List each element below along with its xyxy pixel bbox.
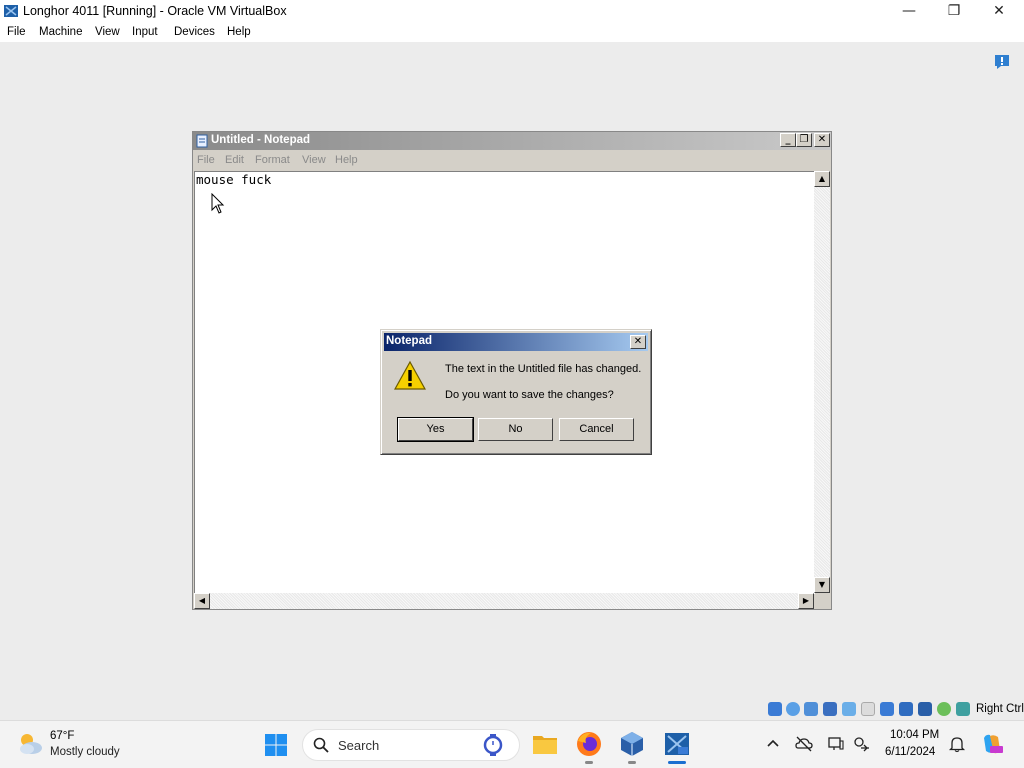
host-minimize-button[interactable]: — (886, 0, 932, 22)
scroll-right-button[interactable]: ▶ (798, 593, 814, 609)
cancel-button[interactable]: Cancel (559, 418, 634, 441)
notepad-menu-help[interactable]: Help (335, 154, 358, 166)
firefox-icon[interactable] (574, 729, 604, 759)
search-placeholder: Search (338, 738, 380, 753)
notepad-icon (196, 134, 208, 148)
notepad-titlebar[interactable]: Untitled - Notepad _ ❐ ✕ (193, 132, 831, 150)
search-highlight-icon[interactable] (481, 733, 505, 757)
clock-time[interactable]: 10:04 PM (890, 729, 939, 741)
partly-cloudy-icon[interactable] (16, 731, 44, 757)
optical-drive-status-icon[interactable] (786, 702, 800, 716)
vt-x-status-icon[interactable] (918, 702, 932, 716)
host-window-title: Longhor 4011 [Running] - Oracle VM Virtu… (23, 4, 287, 18)
host-menu-machine[interactable]: Machine (39, 26, 82, 38)
scroll-left-button[interactable]: ◀ (194, 593, 210, 609)
windows-start-icon[interactable] (264, 733, 288, 757)
warning-icon (394, 360, 426, 390)
hard-disk-status-icon[interactable] (768, 702, 782, 716)
notepad-menu-file[interactable]: File (197, 154, 215, 166)
display-icon[interactable] (827, 735, 845, 753)
yes-button[interactable]: Yes (397, 417, 474, 442)
copilot-icon[interactable] (980, 732, 1004, 756)
notepad-title: Untitled - Notepad (211, 134, 311, 146)
weather-condition[interactable]: Mostly cloudy (50, 746, 120, 758)
network-volume-icon[interactable] (853, 735, 871, 753)
virtualbox-icon (4, 5, 18, 17)
vertical-scrollbar[interactable]: ▲ ▼ (814, 171, 830, 593)
host-menu-view[interactable]: View (95, 26, 120, 38)
host-menu-input[interactable]: Input (132, 26, 158, 38)
mouse-pointer-icon (211, 193, 225, 214)
host-menubar: File Machine View Input Devices Help (0, 22, 1024, 42)
onedrive-offline-icon[interactable] (795, 735, 813, 753)
horizontal-scrollbar[interactable]: ◀ ▶ (194, 593, 814, 609)
virtualbox-running-indicator (628, 761, 636, 764)
bell-icon[interactable] (948, 735, 966, 753)
scroll-down-button[interactable]: ▼ (814, 577, 830, 593)
taskbar-search-box[interactable]: Search (302, 729, 520, 761)
virtualbox-manager-icon[interactable] (617, 729, 647, 759)
dialog-message-line1: The text in the Untitled file has change… (445, 363, 642, 375)
vm-longhorn-icon[interactable] (662, 729, 692, 759)
shared-folders-status-icon[interactable] (861, 702, 875, 716)
dialog-title: Notepad (386, 335, 432, 347)
notepad-menu-format[interactable]: Format (255, 154, 290, 166)
notification-icon[interactable] (993, 53, 1011, 71)
no-button[interactable]: No (478, 418, 553, 441)
notepad-close-button[interactable]: ✕ (814, 133, 830, 147)
notepad-menubar: File Edit Format View Help (193, 150, 831, 170)
search-icon (313, 737, 329, 753)
vbox-status-bar: Right Ctrl (766, 700, 1024, 720)
weather-temperature[interactable]: 67°F (50, 730, 74, 742)
host-menu-devices[interactable]: Devices (174, 26, 215, 38)
clock-date[interactable]: 6/11/2024 (885, 746, 935, 758)
save-changes-dialog: Notepad ✕ The text in the Untitled file … (380, 329, 652, 455)
usb-status-icon[interactable] (842, 702, 856, 716)
host-key-label: Right Ctrl (976, 703, 1024, 715)
display-status-icon[interactable] (880, 702, 894, 716)
recording-status-icon[interactable] (899, 702, 913, 716)
notepad-menu-view[interactable]: View (302, 154, 326, 166)
chevron-up-icon[interactable] (764, 735, 782, 753)
taskbar: 67°F Mostly cloudy Search 10:04 PM 6/11/… (0, 720, 1024, 768)
dialog-message-line2: Do you want to save the changes? (445, 389, 614, 401)
host-menu-file[interactable]: File (7, 26, 26, 38)
firefox-running-indicator (585, 761, 593, 764)
host-titlebar: Longhor 4011 [Running] - Oracle VM Virtu… (0, 0, 1024, 22)
guest-additions-status-icon[interactable] (937, 702, 951, 716)
mouse-integration-status-icon[interactable] (956, 702, 970, 716)
host-close-button[interactable]: ✕ (976, 0, 1022, 22)
notepad-content: mouse fuck (196, 172, 272, 187)
dialog-close-button[interactable]: ✕ (630, 335, 646, 349)
notepad-minimize-button[interactable]: _ (780, 133, 796, 147)
folder-icon[interactable] (530, 729, 560, 759)
host-menu-help[interactable]: Help (227, 26, 251, 38)
notepad-restore-button[interactable]: ❐ (796, 133, 812, 147)
network-status-icon[interactable] (823, 702, 837, 716)
audio-status-icon[interactable] (804, 702, 818, 716)
dialog-titlebar[interactable]: Notepad ✕ (384, 333, 648, 351)
vm-active-indicator (668, 761, 686, 764)
notepad-menu-edit[interactable]: Edit (225, 154, 244, 166)
host-maximize-button[interactable]: ❐ (931, 0, 977, 22)
scroll-up-button[interactable]: ▲ (814, 171, 830, 187)
